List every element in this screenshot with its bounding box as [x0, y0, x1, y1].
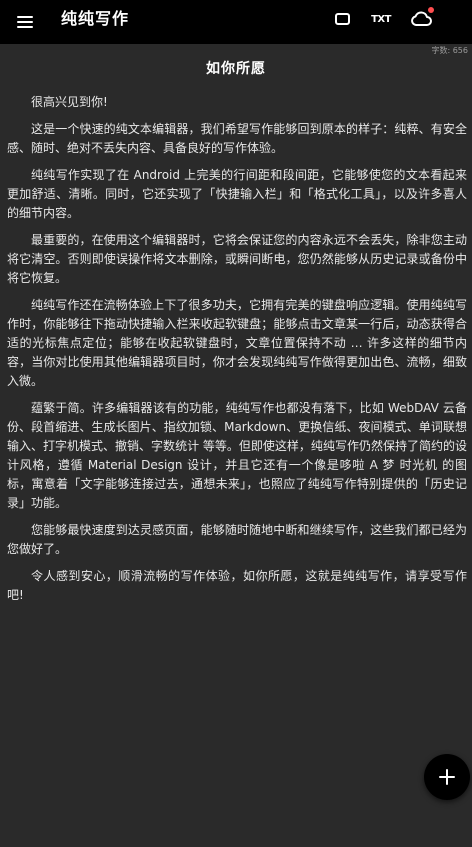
menu-icon[interactable]	[10, 7, 40, 37]
paragraph: 蕴繁于简。许多编辑器该有的功能，纯纯写作也都没有落下，比如 WebDAV 云备份…	[7, 401, 467, 510]
paragraph: 这是一个快速的纯文本编辑器，我们希望写作能够回到原本的样子：纯粹、有安全感、随时…	[7, 122, 467, 155]
paragraph: 令人感到安心，顺滑流畅的写作体验，如你所愿，这就是纯纯写作，请享受写作吧!	[7, 569, 467, 602]
add-button[interactable]	[424, 754, 470, 800]
txt-icon[interactable]: TXT	[366, 6, 396, 32]
box-icon-shape	[334, 13, 350, 25]
editor-content[interactable]: 很高兴见到你! 这是一个快速的纯文本编辑器，我们希望写作能够回到原本的样子：纯粹…	[7, 93, 467, 613]
paragraph: 您能够最快速度到达灵感页面，能够随时随地中断和继续写作，这些我们都已经为您做好了…	[7, 523, 467, 556]
paragraph: 很高兴见到你!	[31, 95, 108, 109]
word-count: 字数: 656	[431, 46, 468, 55]
document-title: 如你所愿	[206, 61, 266, 77]
paragraph: 纯纯写作还在流畅体验上下了很多功夫，它拥有完美的键盘响应逻辑。使用纯纯写作时，你…	[7, 298, 467, 388]
plus-icon	[439, 769, 455, 785]
txt-icon-label: TXT	[371, 13, 391, 25]
app-title: 纯纯写作	[61, 9, 130, 28]
menu-bar-middle	[17, 21, 33, 23]
paragraph: 纯纯写作实现了在 Android 上完美的行间距和段间距，它能够使您的文本看起来…	[7, 168, 467, 220]
box-icon[interactable]	[327, 6, 357, 32]
app-bar: 纯纯写作 TXT	[0, 0, 472, 44]
paragraph: 最重要的，在使用这个编辑器时，它将会保证您的内容永远不会丢失，除非您主动将它清空…	[7, 233, 467, 285]
sync-badge	[428, 7, 434, 13]
menu-bar-top	[17, 16, 33, 18]
cloud-icon	[411, 11, 432, 26]
cloud-icon-wrap	[410, 7, 434, 27]
menu-bar-bottom	[17, 26, 33, 28]
cloud-sync-icon[interactable]	[406, 6, 436, 32]
